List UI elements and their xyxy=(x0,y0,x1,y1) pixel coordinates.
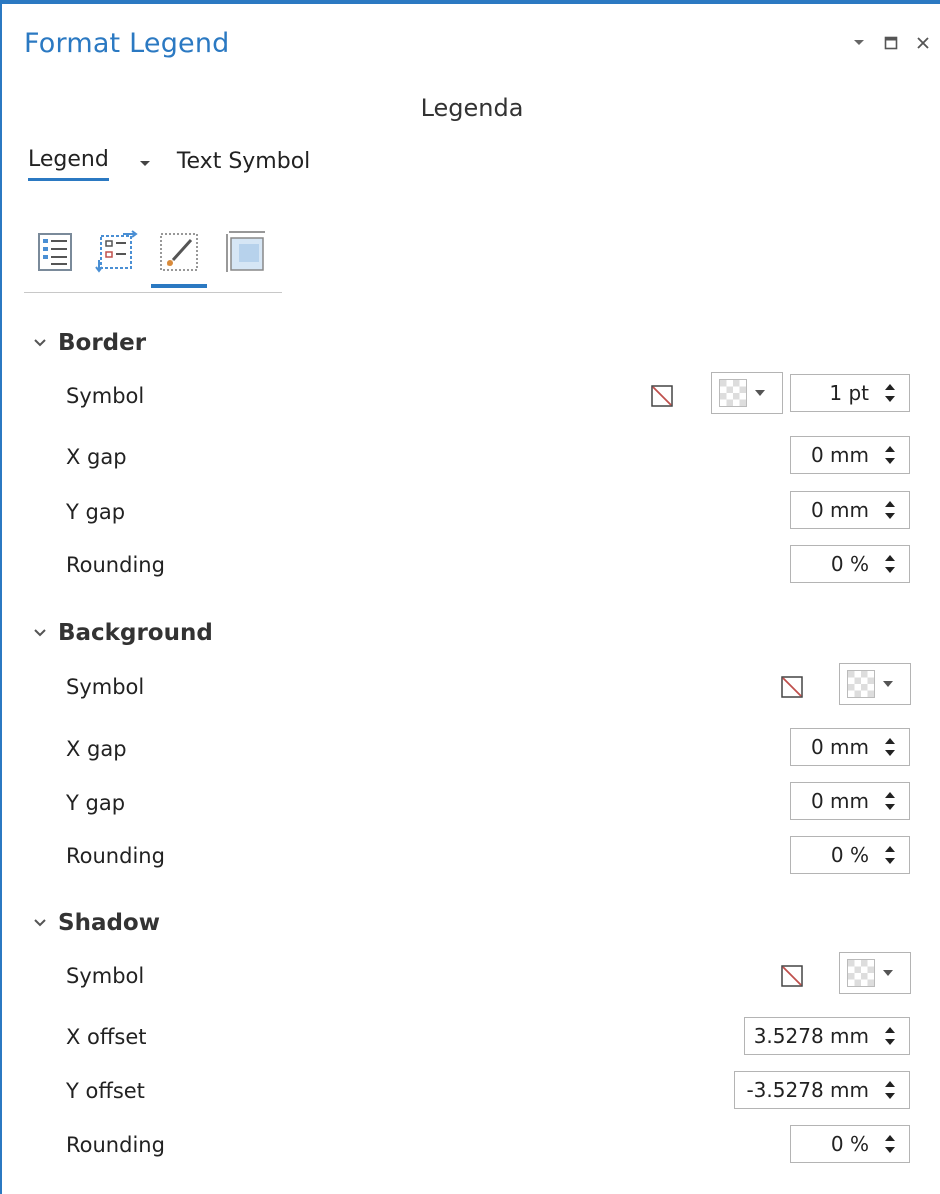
no-symbol-icon[interactable] xyxy=(780,675,804,699)
spinner-arrows-icon[interactable] xyxy=(879,783,901,819)
icon-tab-bar xyxy=(24,220,282,293)
background-rounding-stepper[interactable]: 0 % xyxy=(790,836,910,874)
border-ygap-stepper[interactable]: 0 mm xyxy=(790,491,910,529)
border-width-value: 1 pt xyxy=(829,381,869,405)
shadow-yoffset-label: Y offset xyxy=(66,1079,145,1103)
background-section-header[interactable]: Background xyxy=(32,620,213,646)
chevron-down-icon[interactable] xyxy=(848,32,870,54)
shadow-yoffset-value: -3.5278 mm xyxy=(746,1078,869,1102)
shadow-symbol-label: Symbol xyxy=(66,964,145,988)
shadow-section-header[interactable]: Shadow xyxy=(32,910,160,936)
border-section-header[interactable]: Border xyxy=(32,330,146,356)
paintbrush-icon[interactable] xyxy=(151,224,207,288)
spinner-arrows-icon[interactable] xyxy=(879,1072,901,1108)
background-xgap-stepper[interactable]: 0 mm xyxy=(790,728,910,766)
chevron-down-icon xyxy=(755,389,765,396)
tab-bar: Legend Text Symbol xyxy=(28,144,310,184)
legend-items-icon[interactable] xyxy=(30,224,80,280)
shadow-xoffset-value: 3.5278 mm xyxy=(753,1024,869,1048)
tab-legend[interactable]: Legend xyxy=(28,147,109,181)
chevron-down-icon[interactable] xyxy=(139,160,151,168)
shadow-rounding-label: Rounding xyxy=(66,1133,165,1157)
border-ygap-label: Y gap xyxy=(66,500,126,524)
shadow-rounding-value: 0 % xyxy=(830,1132,869,1156)
background-section-title: Background xyxy=(58,620,213,646)
spinner-arrows-icon[interactable] xyxy=(879,837,901,873)
border-ygap-value: 0 mm xyxy=(810,498,869,522)
background-rounding-label: Rounding xyxy=(66,844,165,868)
background-xgap-label: X gap xyxy=(66,737,127,761)
border-xgap-value: 0 mm xyxy=(810,443,869,467)
spinner-arrows-icon[interactable] xyxy=(879,1126,901,1162)
border-symbol-label: Symbol xyxy=(66,384,145,408)
maximize-icon[interactable] xyxy=(880,32,902,54)
border-rounding-stepper[interactable]: 0 % xyxy=(790,545,910,583)
shadow-color-picker[interactable] xyxy=(839,952,911,994)
chevron-down-icon xyxy=(883,969,893,976)
format-legend-pane: Format Legend Legenda Legend Text Symbol xyxy=(0,0,940,1194)
shadow-xoffset-label: X offset xyxy=(66,1025,147,1049)
background-xgap-value: 0 mm xyxy=(810,735,869,759)
spinner-arrows-icon[interactable] xyxy=(879,1018,901,1054)
border-xgap-label: X gap xyxy=(66,445,127,469)
no-symbol-icon[interactable] xyxy=(650,384,674,408)
border-width-stepper[interactable]: 1 pt xyxy=(790,374,910,412)
background-ygap-value: 0 mm xyxy=(810,789,869,813)
shadow-rounding-stepper[interactable]: 0 % xyxy=(790,1125,910,1163)
border-color-picker[interactable] xyxy=(711,372,783,414)
background-symbol-label: Symbol xyxy=(66,675,145,699)
shadow-section-title: Shadow xyxy=(58,910,160,936)
background-color-picker[interactable] xyxy=(839,663,911,705)
spinner-arrows-icon[interactable] xyxy=(879,437,901,473)
border-rounding-value: 0 % xyxy=(830,552,869,576)
chevron-down-icon xyxy=(34,629,46,637)
placement-icon[interactable] xyxy=(220,224,270,280)
window-controls xyxy=(848,32,934,54)
close-icon[interactable] xyxy=(912,32,934,54)
shadow-yoffset-stepper[interactable]: -3.5278 mm xyxy=(734,1071,910,1109)
transparent-swatch-icon xyxy=(719,379,747,407)
background-ygap-label: Y gap xyxy=(66,791,126,815)
chevron-down-icon xyxy=(34,339,46,347)
spinner-arrows-icon[interactable] xyxy=(879,729,901,765)
transparent-swatch-icon xyxy=(847,959,875,987)
border-rounding-label: Rounding xyxy=(66,553,165,577)
border-section-title: Border xyxy=(58,330,147,356)
border-xgap-stepper[interactable]: 0 mm xyxy=(790,436,910,474)
background-ygap-stepper[interactable]: 0 mm xyxy=(790,782,910,820)
tab-text-symbol[interactable]: Text Symbol xyxy=(177,149,310,180)
spinner-arrows-icon[interactable] xyxy=(879,492,901,528)
no-symbol-icon[interactable] xyxy=(780,964,804,988)
chevron-down-icon xyxy=(34,919,46,927)
spinner-arrows-icon[interactable] xyxy=(879,375,901,411)
spinner-arrows-icon[interactable] xyxy=(879,546,901,582)
element-name: Legenda xyxy=(420,94,524,122)
pane-title: Format Legend xyxy=(24,28,230,59)
transparent-swatch-icon xyxy=(847,670,875,698)
chevron-down-icon xyxy=(883,680,893,687)
background-rounding-value: 0 % xyxy=(830,843,869,867)
arrangement-icon[interactable] xyxy=(92,224,142,280)
shadow-xoffset-stepper[interactable]: 3.5278 mm xyxy=(744,1017,910,1055)
